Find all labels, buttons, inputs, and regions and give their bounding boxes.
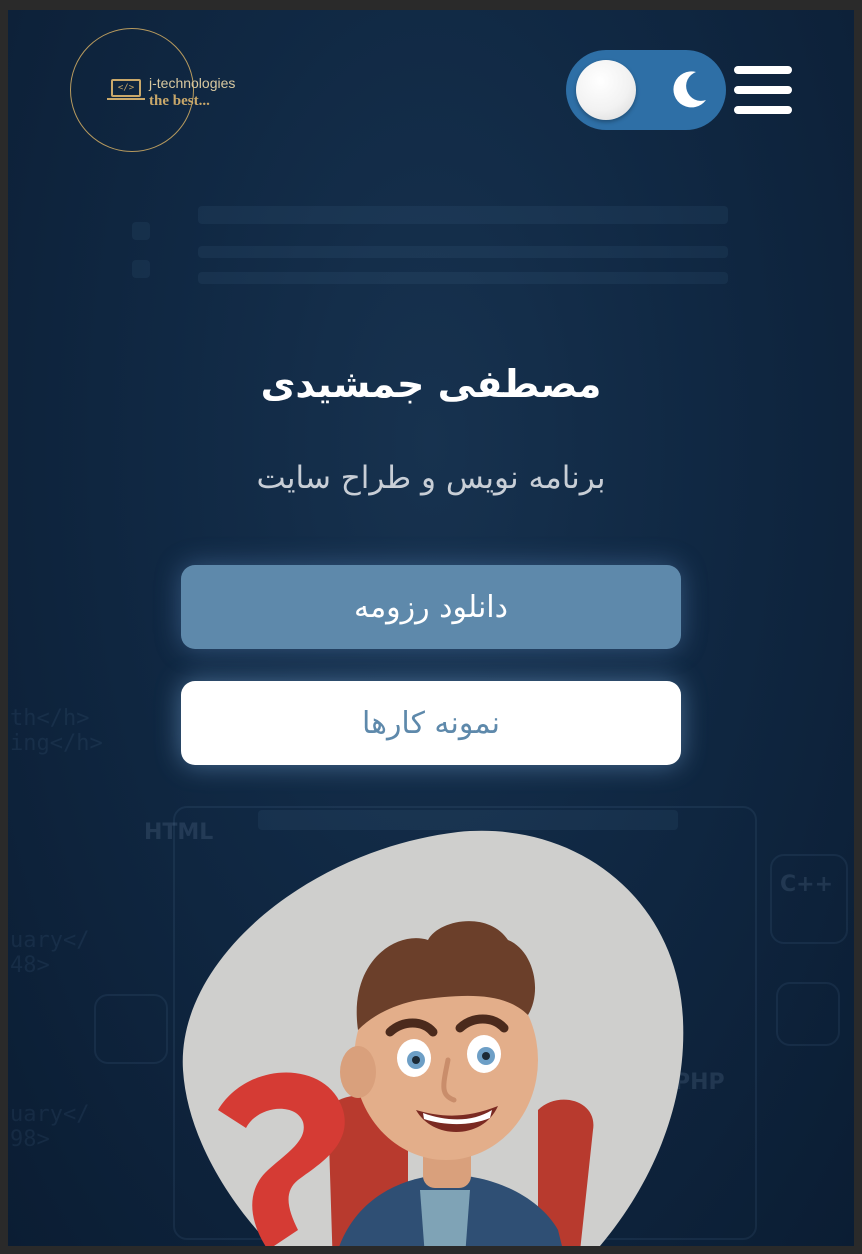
bg-decoration bbox=[132, 222, 150, 240]
portfolio-button[interactable]: نمونه کارها bbox=[181, 681, 681, 765]
avatar-shirt bbox=[420, 1190, 470, 1246]
menu-line bbox=[734, 106, 792, 114]
toggle-knob bbox=[576, 60, 636, 120]
avatar-ear bbox=[340, 1046, 376, 1098]
bg-decoration bbox=[198, 272, 728, 284]
download-resume-button[interactable]: دانلود رزومه bbox=[181, 565, 681, 649]
bg-decoration bbox=[770, 854, 848, 944]
bg-decoration bbox=[198, 206, 728, 224]
avatar-illustration bbox=[182, 830, 684, 1246]
logo-tagline: the best... bbox=[149, 93, 210, 109]
bg-decoration: uary</ 98> bbox=[10, 1102, 90, 1152]
bg-decoration bbox=[132, 260, 150, 278]
bg-decoration bbox=[776, 982, 840, 1046]
bg-decoration bbox=[198, 246, 728, 258]
logo-name: j-technologies bbox=[149, 75, 236, 91]
bg-decoration bbox=[94, 994, 168, 1064]
bg-decoration: uary</ 48> bbox=[10, 928, 90, 978]
hamburger-menu-icon[interactable] bbox=[734, 66, 792, 116]
menu-line bbox=[734, 86, 792, 94]
hero-role: برنامه نویس و طراح سایت bbox=[256, 460, 606, 496]
bg-label-cpp: C++ bbox=[780, 872, 834, 897]
menu-line bbox=[734, 66, 792, 74]
bg-decoration: th</h> ing</h> bbox=[10, 706, 103, 756]
moon-icon bbox=[673, 71, 706, 108]
site-logo[interactable]: </> j-technologies the best... bbox=[70, 28, 235, 152]
laptop-icon: </> bbox=[107, 79, 145, 100]
theme-toggle[interactable] bbox=[566, 50, 726, 130]
app-frame: th</h> ing</h> uary</ 48> uary</ 98> HTM… bbox=[8, 10, 854, 1246]
hero-name: مصطفی جمشیدی bbox=[260, 362, 602, 406]
